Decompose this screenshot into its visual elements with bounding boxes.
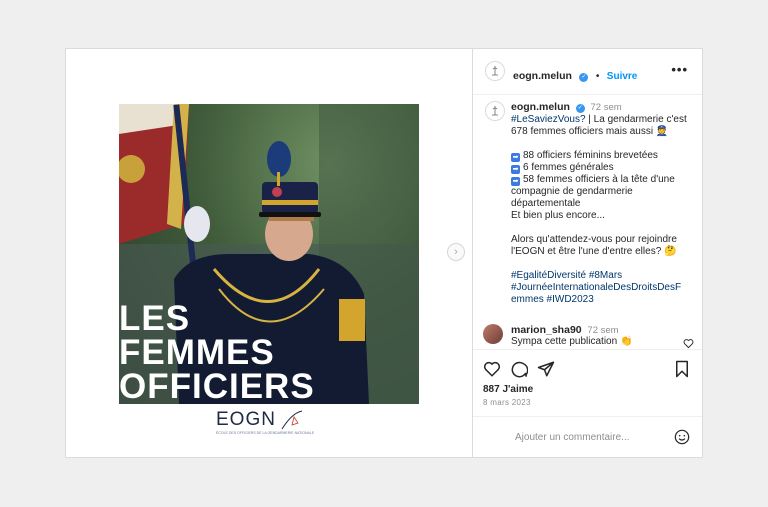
caption-line: Alors qu'attendez-vous pour rejoindre xyxy=(511,234,677,245)
logo-subtitle: ÉCOLE DES OFFICIERS DE LA GENDARMERIE NA… xyxy=(216,431,315,435)
avatar[interactable] xyxy=(485,61,505,81)
comment-text: Sympa cette publication 👏 xyxy=(511,336,633,347)
caption-text: 88 officiers féminins brevetées xyxy=(523,150,658,161)
arrow-right-icon: ➡ xyxy=(511,177,520,186)
logo-emblem-icon xyxy=(281,410,303,430)
comment-input[interactable]: Ajouter un commentaire... xyxy=(515,432,630,443)
caption-username[interactable]: eogn.melun xyxy=(511,101,570,113)
overlay-line-3: OFFICIERS xyxy=(119,367,315,404)
arrow-right-icon: ➡ xyxy=(511,165,520,174)
comment-username[interactable]: marion_sha90 xyxy=(511,324,582,336)
eogn-avatar-icon xyxy=(492,66,498,76)
header-username[interactable]: eogn.melun xyxy=(513,70,572,82)
post-header: eogn.melun ✓ • Suivre ••• xyxy=(473,49,702,95)
add-comment-bar: Ajouter un commentaire... xyxy=(473,416,702,459)
post-media: LES FEMMES OFFICIERS EOGN ÉCOLE DES OFFI… xyxy=(66,49,473,457)
comment-icon[interactable] xyxy=(510,360,528,378)
caption-line: l'EOGN et être l'une d'entre elles? 🤔 xyxy=(511,246,677,257)
caption-avatar[interactable] xyxy=(485,101,505,121)
caption-text: 6 femmes générales xyxy=(523,162,614,173)
caption-line: ➡ 88 officiers féminins brevetées xyxy=(511,150,696,162)
caption-time: 72 sem xyxy=(590,102,622,113)
caption-line: #LeSaviezVous? | La gendarmerie c'est xyxy=(511,114,696,126)
eogn-logo: EOGN ÉCOLE DES OFFICIERS DE LA GENDARMER… xyxy=(216,409,326,449)
caption-line: ➡ 6 femmes générales xyxy=(511,162,696,174)
overlay-line-1: LES xyxy=(119,299,191,338)
verified-badge-icon: ✓ xyxy=(575,104,585,113)
eogn-avatar-icon xyxy=(492,106,498,116)
emoji-icon[interactable] xyxy=(674,429,690,445)
verified-badge-icon: ✓ xyxy=(579,73,589,82)
hashtag-link[interactable]: #JournéeInternationaleDesDroitsDesF xyxy=(511,282,696,294)
chevron-right-icon: › xyxy=(454,246,458,258)
caption-line: ➡ 58 femmes officiers à la tête d'une xyxy=(511,174,696,186)
caption-meta: eogn.melun ✓ 72 sem xyxy=(511,101,696,114)
caption-line: compagnie de gendarmerie xyxy=(511,186,633,197)
follow-button[interactable]: Suivre xyxy=(607,71,638,82)
like-comment-heart-icon[interactable] xyxy=(683,338,694,349)
caption-text: 58 femmes officiers à la tête d'une xyxy=(523,174,675,185)
hashtag-link[interactable]: #EgalitéDiversité #8Mars xyxy=(511,270,696,282)
logo-text: EOGN xyxy=(216,409,276,430)
share-icon[interactable] xyxy=(537,360,555,378)
caption-text: | La gendarmerie c'est xyxy=(585,114,687,125)
arrow-right-icon: ➡ xyxy=(511,153,520,162)
post-actions: 887 J'aime 8 mars 2023 Ajouter un commen… xyxy=(473,349,702,460)
likes-count[interactable]: 887 J'aime xyxy=(483,384,533,395)
caption-line: départementale xyxy=(511,198,581,209)
comment-time: 72 sem xyxy=(587,325,619,336)
caption-line: Et bien plus encore... xyxy=(511,210,605,221)
post-date: 8 mars 2023 xyxy=(483,398,531,407)
overlay-line-2: FEMMES xyxy=(119,333,275,372)
instagram-post: LES FEMMES OFFICIERS EOGN ÉCOLE DES OFFI… xyxy=(65,48,703,458)
post-side-panel: eogn.melun ✓ • Suivre ••• eogn.melun ✓ 7… xyxy=(473,49,702,457)
overlay-title: LES FEMMES OFFICIERS xyxy=(119,299,419,404)
post-caption: eogn.melun ✓ 72 sem #LeSaviezVous? | La … xyxy=(511,101,696,306)
commenter-avatar[interactable] xyxy=(483,324,503,344)
hashtag-link[interactable]: emmes #IWD2023 xyxy=(511,294,696,306)
post-photo: LES FEMMES OFFICIERS xyxy=(119,104,419,404)
bookmark-icon[interactable] xyxy=(673,360,691,378)
more-dots-icon[interactable]: ••• xyxy=(671,62,688,77)
next-image-button[interactable]: › xyxy=(447,243,465,261)
caption-line: 678 femmes officiers mais aussi 👮 xyxy=(511,126,669,137)
hashtag-link[interactable]: #LeSaviezVous? xyxy=(511,114,586,125)
heart-icon[interactable] xyxy=(483,360,501,378)
separator-dot: • xyxy=(595,71,600,82)
